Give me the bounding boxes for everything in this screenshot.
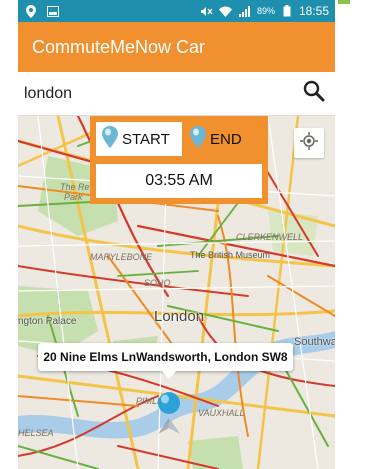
map-label-vauxhall: VAUXHALL xyxy=(198,408,245,418)
map-label-soho: SOHO xyxy=(144,278,171,288)
app-title: CommuteMeNow Car xyxy=(32,36,206,57)
map-marker-pin-icon[interactable] xyxy=(150,388,188,436)
start-label: START xyxy=(122,130,170,148)
map-label-park: Park xyxy=(64,192,83,202)
clock: 18:55 xyxy=(298,4,329,18)
map-label-clerkenwell: CLERKENWELL xyxy=(236,232,304,242)
status-bar: 89% 18:55 xyxy=(18,0,335,22)
map-label-regents: The Re xyxy=(60,182,90,192)
route-controls: START END 03:55 AM xyxy=(90,116,268,204)
departure-time-value: 03:55 AM xyxy=(145,172,213,189)
start-button[interactable]: START xyxy=(96,122,182,156)
screen: 89% 18:55 CommuteMeNow Car london The Re… xyxy=(0,0,366,469)
mute-icon xyxy=(200,4,214,18)
departure-time[interactable]: 03:55 AM xyxy=(96,164,262,198)
address-info-window[interactable]: 20 Nine Elms LnWandsworth, London SW8 xyxy=(38,343,293,371)
end-button[interactable]: END xyxy=(186,122,264,156)
wifi-icon xyxy=(219,4,233,18)
map-label-london: London xyxy=(154,308,205,325)
info-window-pointer xyxy=(162,371,176,379)
my-location-icon xyxy=(300,131,318,155)
search-icon xyxy=(303,80,325,107)
end-label: END xyxy=(210,130,242,148)
map-label-marylebone: MARYLEBONE xyxy=(90,252,153,262)
app-bar: CommuteMeNow Car xyxy=(18,22,335,72)
map-label-southwark: Southwar xyxy=(294,336,335,348)
search-bar xyxy=(18,72,335,116)
signal-icon xyxy=(238,4,252,18)
start-pin-icon xyxy=(102,126,118,152)
corner-accent xyxy=(338,0,350,4)
map-view[interactable]: The Re Park MARYLEBONE The British Museu… xyxy=(18,116,335,469)
search-input[interactable] xyxy=(24,84,299,103)
battery-percent: 89% xyxy=(256,6,275,16)
location-icon xyxy=(24,4,38,18)
map-label-chelsea: HELSEA xyxy=(18,428,54,438)
search-button[interactable] xyxy=(299,79,329,109)
end-pin-icon xyxy=(190,126,206,152)
my-location-button[interactable] xyxy=(294,128,324,158)
address-text: 20 Nine Elms LnWandsworth, London SW8 xyxy=(43,350,288,364)
image-icon xyxy=(46,4,60,18)
map-label-british-museum: The British Museum xyxy=(190,250,271,260)
phone-screen: 89% 18:55 CommuteMeNow Car london The Re… xyxy=(18,0,335,469)
map-label-palace: ngton Palace xyxy=(18,316,77,327)
battery-icon xyxy=(280,4,294,18)
